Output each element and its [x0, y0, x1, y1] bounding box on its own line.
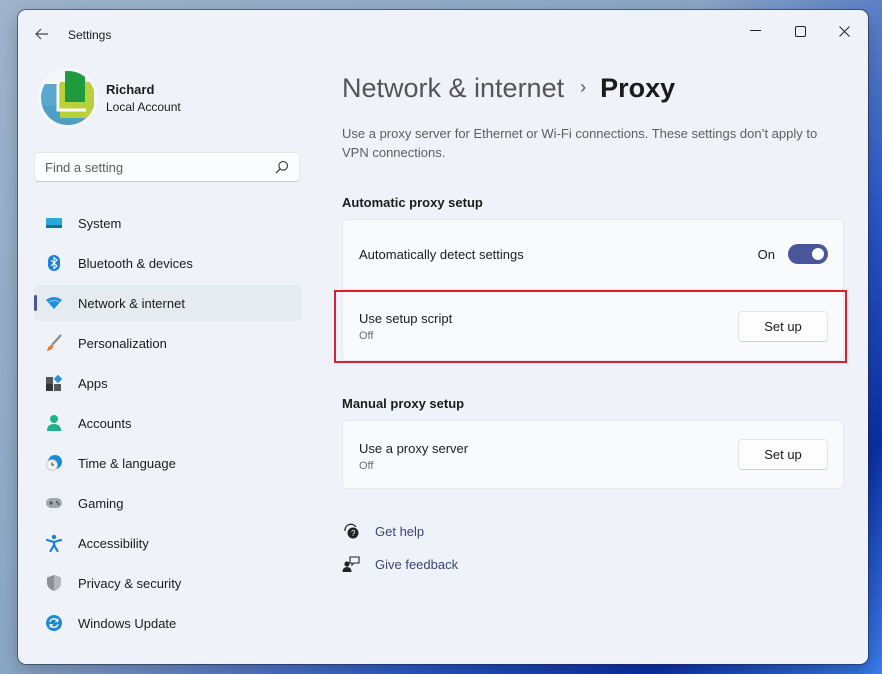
- gamepad-icon: [45, 494, 63, 512]
- sidebar-item-system[interactable]: System: [34, 205, 302, 241]
- breadcrumb-parent[interactable]: Network & internet: [342, 73, 564, 103]
- page-title: Proxy: [600, 73, 676, 103]
- manual-proxy-card: Use a proxy server Off Set up: [342, 420, 844, 489]
- setup-script-button[interactable]: Set up: [738, 311, 828, 342]
- sidebar-item-label: System: [78, 215, 122, 231]
- search-input[interactable]: [35, 153, 265, 181]
- user-profile[interactable]: Richard Local Account: [38, 68, 181, 128]
- apps-icon: [45, 374, 63, 392]
- give-feedback-link[interactable]: Give feedback: [342, 555, 458, 573]
- person-icon: [45, 414, 63, 432]
- sidebar-item-label: Personalization: [78, 335, 167, 351]
- sidebar-item-network[interactable]: Network & internet: [34, 285, 302, 321]
- avatar-logo-icon: [41, 71, 95, 125]
- sidebar-item-accounts[interactable]: Accounts: [34, 405, 302, 441]
- divider: [343, 289, 843, 290]
- proxy-server-status: Off: [359, 460, 374, 472]
- maximize-button[interactable]: [778, 16, 822, 46]
- globe-clock-icon: [45, 454, 63, 472]
- sidebar-item-apps[interactable]: Apps: [34, 365, 302, 401]
- brush-icon: [45, 334, 63, 352]
- search-icon[interactable]: [275, 160, 289, 174]
- setup-script-status: Off: [359, 330, 374, 342]
- feedback-icon: [342, 555, 360, 573]
- breadcrumb: Network & internet › Proxy: [342, 70, 675, 105]
- auto-detect-state: On: [757, 247, 775, 262]
- profile-name: Richard: [106, 82, 155, 97]
- sidebar-item-bluetooth[interactable]: Bluetooth & devices: [34, 245, 302, 281]
- app-title: Settings: [68, 28, 112, 42]
- manual-proxy-heading: Manual proxy setup: [342, 396, 465, 411]
- sidebar-item-label: Gaming: [78, 495, 124, 511]
- title-bar: Settings: [18, 10, 868, 58]
- sidebar-item-label: Network & internet: [78, 295, 185, 311]
- sidebar-item-label: Bluetooth & devices: [78, 255, 193, 271]
- page-description: Use a proxy server for Ethernet or Wi-Fi…: [342, 126, 818, 160]
- profile-account-type: Local Account: [106, 100, 181, 114]
- bluetooth-icon: [45, 254, 63, 272]
- sidebar-item-label: Apps: [78, 375, 108, 391]
- proxy-server-label: Use a proxy server: [359, 441, 469, 456]
- automatic-proxy-heading: Automatic proxy setup: [342, 195, 483, 210]
- sidebar-item-time-language[interactable]: Time & language: [34, 445, 302, 481]
- sidebar-nav: System Bluetooth & devices Network & int…: [34, 205, 302, 645]
- sidebar-item-label: Accounts: [78, 415, 132, 431]
- chevron-right-icon: ›: [580, 77, 587, 97]
- automatic-proxy-card: Automatically detect settings On Use set…: [342, 219, 844, 361]
- minimize-icon: [749, 30, 761, 31]
- help-icon: ?: [342, 522, 360, 540]
- proxy-server-button[interactable]: Set up: [738, 439, 828, 470]
- proxy-server-row: Use a proxy server Off Set up: [343, 421, 843, 490]
- sidebar-item-gaming[interactable]: Gaming: [34, 485, 302, 521]
- back-button[interactable]: [32, 24, 52, 44]
- toggle-knob: [812, 248, 824, 260]
- sidebar-item-label: Privacy & security: [78, 575, 182, 591]
- wifi-icon: [45, 294, 63, 312]
- avatar: [38, 68, 98, 128]
- update-icon: [45, 614, 63, 632]
- setup-script-label: Use setup script: [359, 311, 453, 326]
- auto-detect-toggle[interactable]: [788, 244, 828, 264]
- sidebar-item-label: Windows Update: [78, 615, 177, 631]
- sidebar-item-label: Accessibility: [78, 535, 149, 551]
- auto-detect-row: Automatically detect settings On: [343, 220, 843, 288]
- get-help-label: Get help: [375, 523, 425, 539]
- minimize-button[interactable]: [733, 16, 777, 46]
- maximize-icon: [794, 25, 806, 37]
- close-button[interactable]: [822, 16, 866, 46]
- sidebar-item-windows-update[interactable]: Windows Update: [34, 605, 302, 641]
- sidebar-item-label: Time & language: [78, 455, 176, 471]
- sidebar-item-personalization[interactable]: Personalization: [34, 325, 302, 361]
- search-box[interactable]: [34, 152, 300, 182]
- accessibility-icon: [45, 534, 63, 552]
- get-help-link[interactable]: ? Get help: [342, 522, 424, 540]
- setup-script-row: Use setup script Off Set up: [343, 291, 843, 361]
- give-feedback-label: Give feedback: [375, 556, 459, 572]
- system-icon: [45, 214, 63, 232]
- close-icon: [838, 25, 850, 37]
- svg-text:?: ?: [351, 529, 356, 538]
- auto-detect-label: Automatically detect settings: [359, 247, 524, 262]
- shield-icon: [45, 574, 63, 592]
- sidebar-item-accessibility[interactable]: Accessibility: [34, 525, 302, 561]
- sidebar-item-privacy[interactable]: Privacy & security: [34, 565, 302, 601]
- arrow-left-icon: [35, 28, 48, 40]
- settings-window: Settings Richard Local Account Find a se…: [18, 10, 868, 664]
